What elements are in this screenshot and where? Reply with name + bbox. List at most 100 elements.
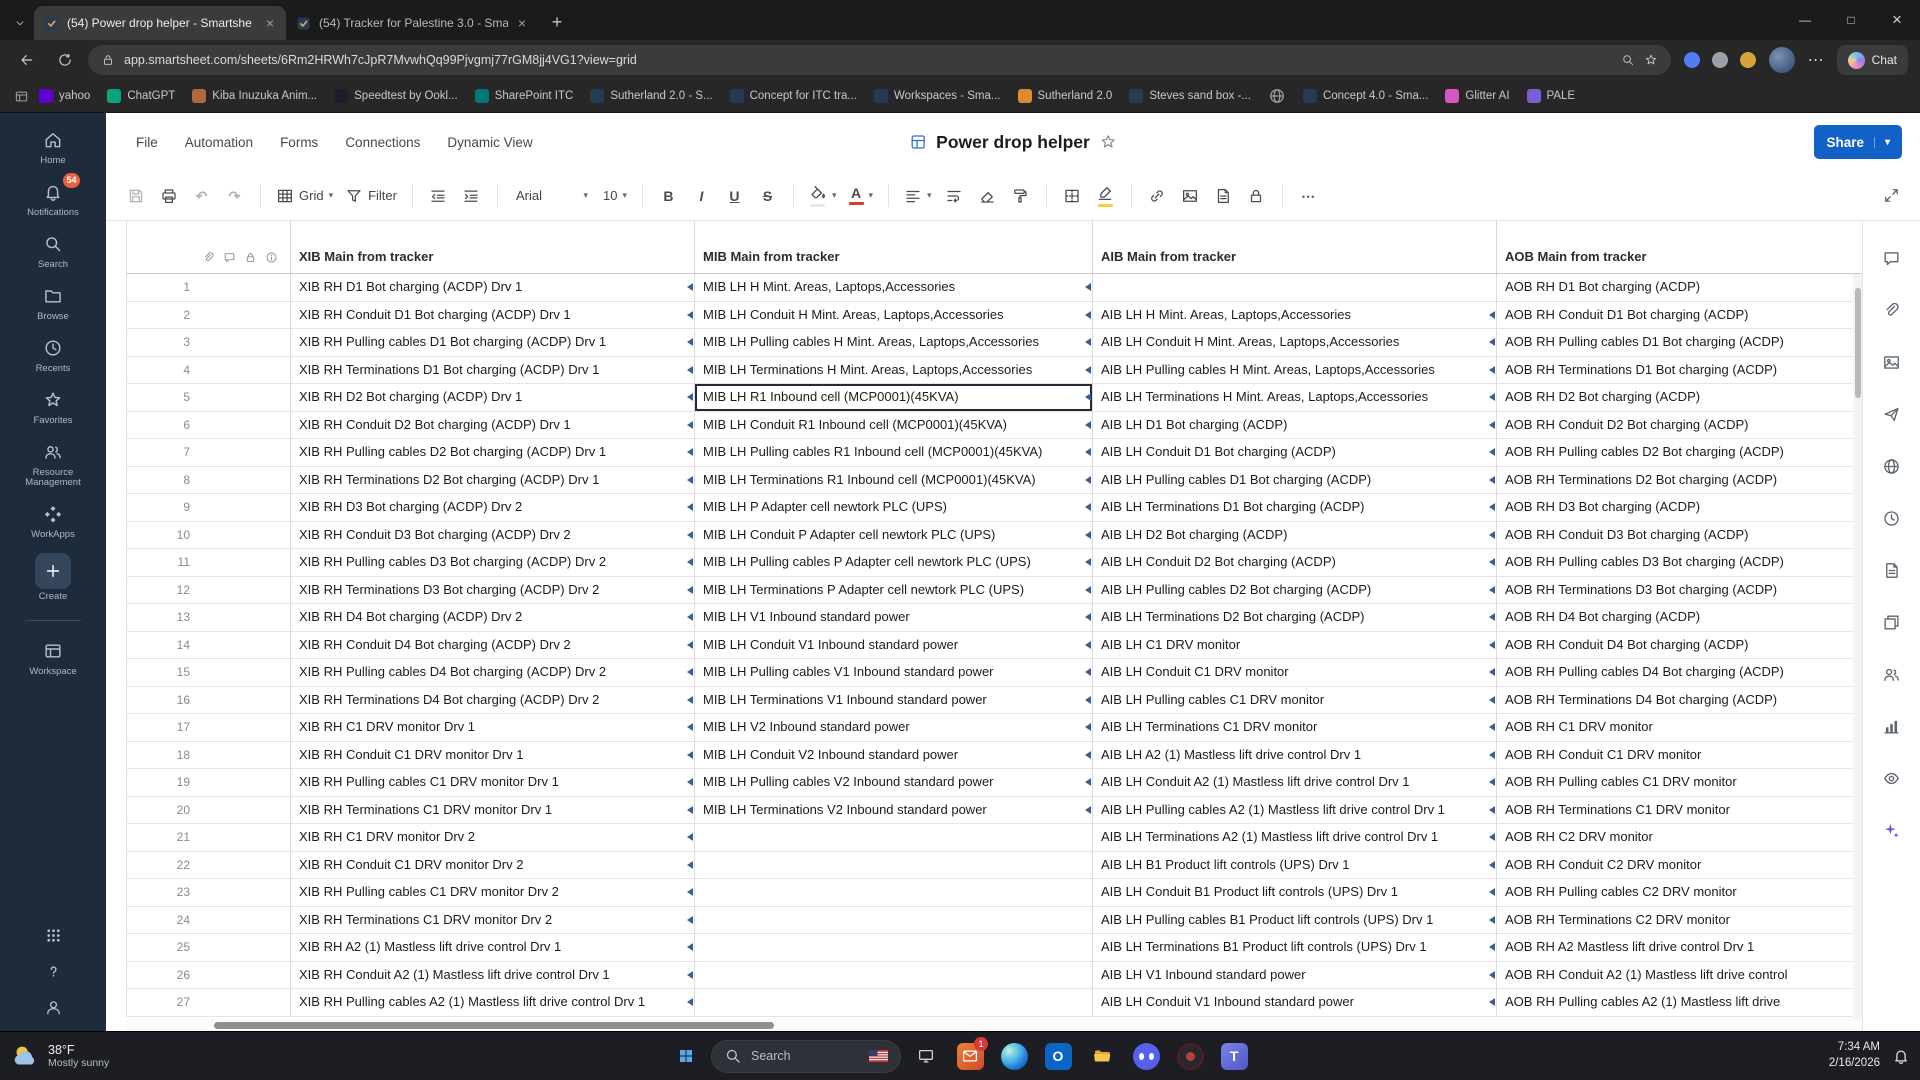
- text-color-button[interactable]: A ▾: [844, 179, 879, 213]
- view-mode-button[interactable]: Grid ▾: [271, 179, 338, 213]
- rail-update-requests-button[interactable]: [1882, 405, 1901, 424]
- grid-cell[interactable]: AIB LH C1 DRV monitor: [1093, 631, 1497, 658]
- grid-cell[interactable]: AIB LH Conduit H Mint. Areas, Laptops,Ac…: [1093, 329, 1497, 356]
- grid-cell[interactable]: AOB RH Pulling cables D4 Bot charging (A…: [1497, 659, 1862, 686]
- grid-cell[interactable]: AIB LH B1 Product lift controls (UPS) Dr…: [1093, 851, 1497, 878]
- clear-format-button[interactable]: [972, 179, 1003, 213]
- row-number[interactable]: 20: [126, 796, 291, 823]
- grid-cell[interactable]: AOB RH D1 Bot charging (ACDP): [1497, 274, 1862, 301]
- grid-cell[interactable]: XIB RH Terminations C1 DRV monitor Drv 2: [291, 906, 695, 933]
- grid-cell[interactable]: AIB LH Terminations H Mint. Areas, Lapto…: [1093, 384, 1497, 411]
- grid-cell[interactable]: MIB LH Pulling cables V1 Inbound standar…: [695, 659, 1093, 686]
- taskbar-discord-icon[interactable]: [1127, 1036, 1165, 1076]
- rail-collaborators-button[interactable]: [1882, 665, 1901, 684]
- grid-cell[interactable]: MIB LH V1 Inbound standard power: [695, 604, 1093, 631]
- grid-cell[interactable]: XIB RH Conduit D2 Bot charging (ACDP) Dr…: [291, 411, 695, 438]
- indent-button[interactable]: [456, 179, 487, 213]
- taskbar-search[interactable]: Search: [711, 1039, 901, 1073]
- grid-cell[interactable]: XIB RH Conduit D3 Bot charging (ACDP) Dr…: [291, 521, 695, 548]
- grid-cell[interactable]: AIB LH Terminations B1 Product lift cont…: [1093, 934, 1497, 961]
- export-button[interactable]: [1208, 179, 1239, 213]
- tab-close-icon[interactable]: ×: [516, 15, 528, 31]
- column-header-aib[interactable]: AIB Main from tracker: [1093, 221, 1497, 273]
- grid-cell[interactable]: MIB LH V2 Inbound standard power: [695, 714, 1093, 741]
- copilot-chat-button[interactable]: Chat: [1836, 45, 1908, 75]
- row-number[interactable]: 9: [126, 494, 291, 521]
- menu-automation[interactable]: Automation: [185, 135, 253, 150]
- scrollbar-thumb[interactable]: [1854, 288, 1861, 398]
- grid-cell[interactable]: AIB LH Terminations D2 Bot charging (ACD…: [1093, 604, 1497, 631]
- grid-cell[interactable]: AOB RH D4 Bot charging (ACDP): [1497, 604, 1862, 631]
- grid-cell[interactable]: MIB LH Pulling cables R1 Inbound cell (M…: [695, 439, 1093, 466]
- row-number[interactable]: 16: [126, 686, 291, 713]
- more-options-button[interactable]: ⋯: [1293, 179, 1324, 213]
- grid-cell[interactable]: MIB LH Conduit V1 Inbound standard power: [695, 631, 1093, 658]
- rail-activity-log-button[interactable]: [1882, 509, 1901, 528]
- rail-attachments-button[interactable]: [1882, 301, 1901, 320]
- extension-icon[interactable]: [1683, 52, 1700, 68]
- sidebar-item-notifications[interactable]: 54 Notifications: [0, 172, 106, 221]
- row-number[interactable]: 24: [126, 906, 291, 933]
- start-button[interactable]: [667, 1036, 705, 1076]
- grid-cell[interactable]: AOB RH D2 Bot charging (ACDP): [1497, 384, 1862, 411]
- row-number[interactable]: 1: [126, 274, 291, 301]
- close-button[interactable]: ×: [1874, 0, 1920, 40]
- grid-cell[interactable]: MIB LH Terminations P Adapter cell newto…: [695, 576, 1093, 603]
- taskbar-edge-icon[interactable]: [995, 1036, 1033, 1076]
- grid-cell[interactable]: XIB RH D3 Bot charging (ACDP) Drv 2: [291, 494, 695, 521]
- grid-cell[interactable]: [695, 824, 1093, 851]
- bookmark-item[interactable]: Concept 4.0 - Sma...: [1302, 89, 1428, 103]
- grid-cell[interactable]: XIB RH Pulling cables D1 Bot charging (A…: [291, 329, 695, 356]
- grid-cell[interactable]: AIB LH Conduit V1 Inbound standard power: [1093, 989, 1497, 1016]
- grid-cell[interactable]: MIB LH Conduit H Mint. Areas, Laptops,Ac…: [695, 301, 1093, 328]
- refresh-button[interactable]: [50, 45, 80, 75]
- bookmark-item[interactable]: Steves sand box -...: [1129, 89, 1251, 103]
- grid-cell[interactable]: AOB RH Terminations D2 Bot charging (ACD…: [1497, 467, 1862, 494]
- underline-button[interactable]: U: [719, 179, 750, 213]
- grid-cell[interactable]: [695, 961, 1093, 988]
- collections-icon[interactable]: [14, 89, 29, 104]
- grid-cell[interactable]: AOB RH Conduit D1 Bot charging (ACDP): [1497, 302, 1862, 329]
- grid-cell[interactable]: AIB LH Terminations C1 DRV monitor: [1093, 714, 1497, 741]
- grid-cell[interactable]: AOB RH Conduit A2 (1) Mastless lift driv…: [1497, 962, 1862, 989]
- tray-clock[interactable]: 7:34 AM 2/16/2026: [1829, 1040, 1880, 1071]
- grid-cell[interactable]: AOB RH Conduit C2 DRV monitor: [1497, 852, 1862, 879]
- sidebar-item-search[interactable]: Search: [0, 229, 106, 273]
- extension-icon[interactable]: [1739, 52, 1756, 68]
- grid-cell[interactable]: AIB LH Conduit C1 DRV monitor: [1093, 659, 1497, 686]
- grid-cell[interactable]: XIB RH Pulling cables C1 DRV monitor Drv…: [291, 769, 695, 796]
- grid-cell[interactable]: MIB LH Conduit R1 Inbound cell (MCP0001)…: [695, 411, 1093, 438]
- grid-cell[interactable]: XIB RH Terminations D4 Bot charging (ACD…: [291, 686, 695, 713]
- borders-button[interactable]: [1057, 179, 1088, 213]
- horizontal-scrollbar[interactable]: [126, 1019, 1862, 1031]
- column-header-mib[interactable]: MIB Main from tracker: [695, 221, 1093, 273]
- format-painter-button[interactable]: [1005, 179, 1036, 213]
- grid-cell[interactable]: XIB RH A2 (1) Mastless lift drive contro…: [291, 934, 695, 961]
- sidebar-item-workspace[interactable]: Workspace: [0, 636, 106, 680]
- browser-tab[interactable]: (54) Power drop helper - Smartshe ×: [34, 6, 286, 40]
- grid-cell[interactable]: AOB RH C2 DRV monitor: [1497, 824, 1862, 851]
- new-tab-button[interactable]: +: [542, 7, 572, 37]
- extension-icon[interactable]: [1711, 52, 1728, 68]
- grid-cell[interactable]: XIB RH Terminations C1 DRV monitor Drv 1: [291, 796, 695, 823]
- rail-ai-assistant-button[interactable]: [1882, 821, 1901, 840]
- column-header-aob[interactable]: AOB Main from tracker: [1497, 221, 1862, 273]
- insert-image-button[interactable]: [1175, 179, 1206, 213]
- address-bar[interactable]: app.smartsheet.com/sheets/6Rm2HRWh7cJpR7…: [88, 45, 1671, 75]
- row-number[interactable]: 27: [126, 989, 291, 1016]
- grid-cell[interactable]: MIB LH Pulling cables V2 Inbound standar…: [695, 769, 1093, 796]
- taskbar-tray[interactable]: 7:34 AM 2/16/2026: [1829, 1032, 1910, 1080]
- page-zoom-icon[interactable]: [1621, 53, 1635, 67]
- taskbar-media-app-icon[interactable]: [1171, 1036, 1209, 1076]
- grid-cell[interactable]: AOB RH Conduit C1 DRV monitor: [1497, 742, 1862, 769]
- taskbar-outlook-icon[interactable]: O: [1039, 1036, 1077, 1076]
- grid-cell[interactable]: XIB RH Pulling cables D2 Bot charging (A…: [291, 439, 695, 466]
- grid-cell[interactable]: AOB RH Terminations D3 Bot charging (ACD…: [1497, 577, 1862, 604]
- grid-cell[interactable]: XIB RH Conduit A2 (1) Mastless lift driv…: [291, 961, 695, 988]
- print-button[interactable]: [153, 179, 184, 213]
- row-number[interactable]: 25: [126, 934, 291, 961]
- row-number[interactable]: 26: [126, 961, 291, 988]
- grid-cell[interactable]: MIB LH Terminations H Mint. Areas, Lapto…: [695, 356, 1093, 383]
- browser-tab[interactable]: (54) Tracker for Palestine 3.0 - Sma ×: [286, 6, 538, 40]
- grid-cell[interactable]: MIB LH Terminations R1 Inbound cell (MCP…: [695, 466, 1093, 493]
